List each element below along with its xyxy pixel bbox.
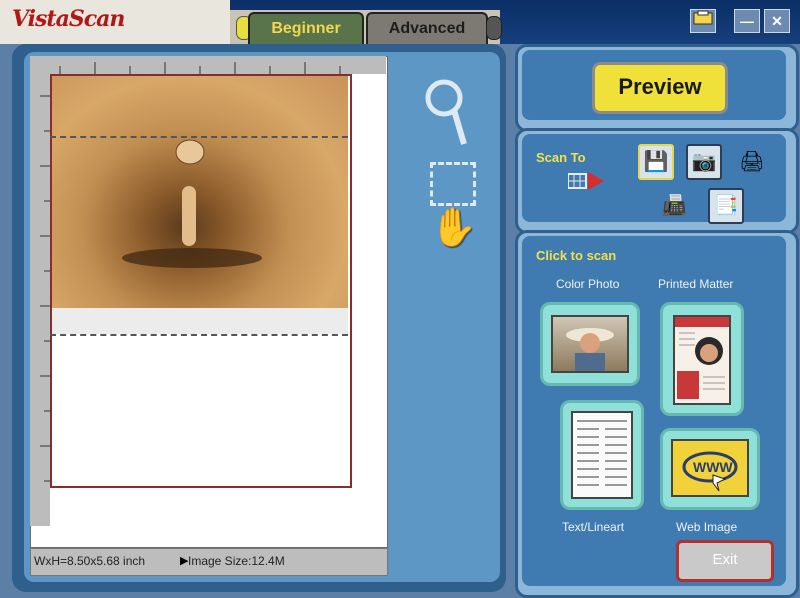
hand-tool-icon[interactable]: ✋ bbox=[430, 206, 477, 250]
minimize-button[interactable]: — bbox=[734, 9, 760, 33]
tab-beginner[interactable]: Beginner bbox=[248, 12, 364, 44]
text-lineart-label: Text/Lineart bbox=[562, 520, 625, 534]
ruler-left bbox=[30, 56, 50, 526]
copy-icon[interactable]: 📑 bbox=[708, 188, 744, 224]
status-dimensions: WxH=8.50x5.68 inch bbox=[34, 554, 146, 568]
printed-matter-thumbnail bbox=[673, 315, 731, 405]
selection-top[interactable] bbox=[50, 136, 348, 138]
text-lineart-thumbnail bbox=[571, 411, 633, 499]
exit-button[interactable]: Exit bbox=[676, 540, 774, 582]
save-file-icon[interactable]: 💾 bbox=[638, 144, 674, 180]
color-photo-button[interactable] bbox=[540, 302, 640, 386]
preview-button[interactable]: Preview bbox=[592, 62, 728, 114]
ruler-top bbox=[30, 56, 386, 74]
click-to-scan-label: Click to scan bbox=[536, 248, 617, 263]
app-logo: VistaScan bbox=[12, 6, 125, 32]
web-image-button[interactable]: WWW bbox=[660, 428, 760, 510]
color-photo-label: Color Photo bbox=[556, 277, 620, 291]
web-image-label: Web Image bbox=[676, 520, 738, 534]
selection-bottom[interactable] bbox=[50, 334, 348, 336]
ruler-corner bbox=[30, 486, 50, 526]
status-image-size: Image Size:12.4M bbox=[188, 554, 285, 568]
close-button[interactable]: ✕ bbox=[764, 9, 790, 33]
zoom-tool-icon[interactable] bbox=[424, 78, 468, 155]
tab-advanced[interactable]: Advanced bbox=[366, 12, 488, 44]
scan-to-arrow-icon bbox=[567, 170, 608, 197]
select-tool-icon[interactable] bbox=[430, 162, 476, 206]
mode-knob-right bbox=[486, 16, 502, 40]
color-photo-thumbnail bbox=[551, 315, 629, 373]
fax-icon[interactable]: 📠 bbox=[656, 188, 692, 224]
printer-icon[interactable]: 🖨 bbox=[734, 144, 770, 180]
printed-matter-button[interactable] bbox=[660, 302, 744, 416]
www-logo-text: WWW bbox=[693, 459, 733, 475]
text-lineart-button[interactable] bbox=[560, 400, 644, 510]
scan-to-label: Scan To bbox=[536, 150, 586, 165]
web-image-thumbnail: WWW bbox=[671, 439, 749, 497]
settings-icon[interactable] bbox=[690, 9, 716, 33]
printed-matter-label: Printed Matter bbox=[658, 277, 734, 291]
scan-to-app-icon[interactable]: 📷 bbox=[686, 144, 722, 180]
